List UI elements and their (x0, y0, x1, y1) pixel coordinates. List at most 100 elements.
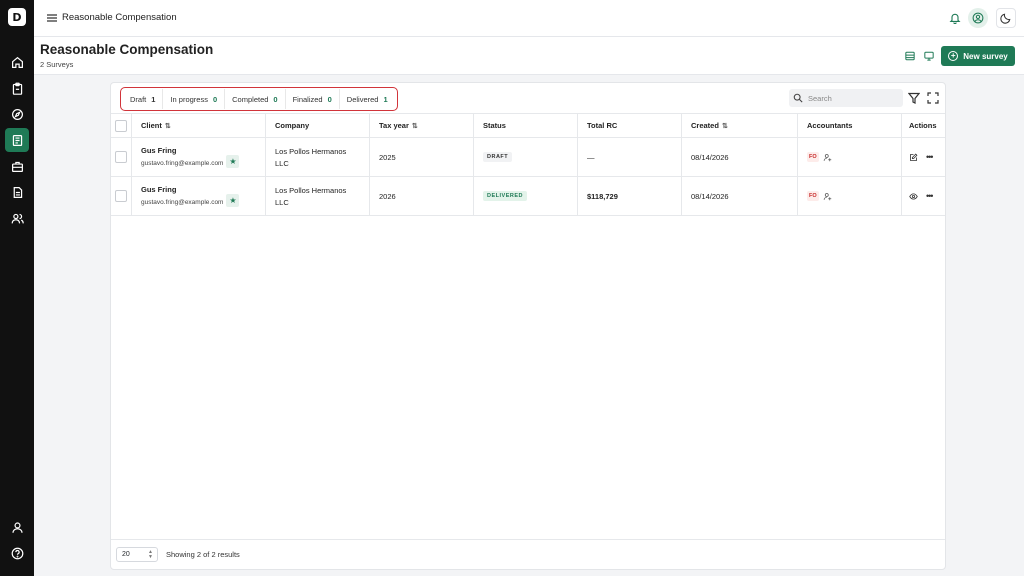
sidebar-item-briefcase[interactable] (5, 154, 29, 178)
tab-completed[interactable]: Completed 0 (225, 89, 286, 109)
sort-icon: ⇅ (164, 122, 171, 130)
notifications-button[interactable] (945, 8, 965, 28)
home-icon (11, 56, 23, 68)
sidebar-item-surveys[interactable] (5, 128, 29, 152)
accountants-cell: FO (798, 138, 902, 176)
sidebar: D (0, 0, 34, 576)
user-circle-icon (972, 12, 984, 24)
status-badge: DRAFT (483, 152, 513, 162)
star-icon[interactable]: ★ (226, 155, 240, 168)
presentation-view-button[interactable] (922, 49, 936, 63)
monitor-icon (924, 51, 934, 61)
client-cell: Gus Fring gustavo.fring@example.com ★ (132, 138, 266, 176)
status-cell: DRAFT (474, 138, 578, 176)
column-header-status: Status (474, 114, 578, 137)
sort-icon: ⇅ (721, 122, 728, 130)
page-header: Reasonable Compensation 2 Surveys + New … (34, 37, 1024, 75)
account-button[interactable] (968, 8, 988, 28)
row-checkbox[interactable] (115, 151, 127, 163)
more-icon[interactable]: ••• (926, 152, 934, 162)
accountant-avatar[interactable]: FO (807, 152, 819, 162)
search-icon (793, 93, 803, 103)
search-box[interactable] (789, 89, 903, 107)
actions-cell: ••• (902, 138, 945, 176)
new-survey-button[interactable]: + New survey (941, 46, 1015, 66)
compass-icon (11, 108, 23, 120)
document-icon (13, 186, 22, 198)
status-tabs: Draft 1 In progress 0 Completed 0 Finalized… (120, 87, 398, 111)
client-email: gustavo.fring@example.com (141, 198, 224, 206)
table-header-row: Client ⇅ Company Tax year ⇅ Status Total R… (111, 113, 945, 138)
status-cell: DELIVERED (474, 177, 578, 215)
sidebar-item-home[interactable] (5, 50, 29, 74)
clipboard-icon (12, 82, 22, 95)
sidebar-item-compass[interactable] (5, 102, 29, 126)
surveys-card: Draft 1 In progress 0 Completed 0 Finalized… (110, 82, 946, 570)
theme-toggle-button[interactable] (996, 8, 1016, 28)
more-icon[interactable]: ••• (926, 191, 934, 201)
moon-icon (1000, 13, 1011, 24)
briefcase-icon (11, 161, 23, 172)
accountants-cell: FO (798, 177, 902, 215)
client-name: Gus Fring (141, 146, 177, 155)
search-input[interactable] (808, 93, 898, 103)
company-cell: Los Pollos Hermanos LLC (266, 138, 370, 176)
sidebar-item-clipboard[interactable] (5, 76, 29, 100)
page-title: Reasonable Compensation (40, 42, 214, 57)
tax-year-cell: 2026 (370, 177, 474, 215)
tax-year-cell: 2025 (370, 138, 474, 176)
plus-circle-icon: + (948, 51, 959, 61)
tab-delivered[interactable]: Delivered 1 (340, 89, 395, 109)
fullscreen-button[interactable] (927, 91, 939, 104)
tab-in-progress[interactable]: In progress 0 (163, 89, 226, 109)
row-select-cell (111, 138, 132, 176)
company-name: Los Pollos Hermanos (275, 146, 347, 156)
sidebar-item-users[interactable] (5, 206, 29, 230)
created-cell: 08/14/2026 (682, 177, 798, 215)
users-icon (11, 213, 24, 223)
app-logo[interactable]: D (8, 8, 26, 26)
sort-icon: ⇅ (411, 122, 418, 130)
company-name: Los Pollos Hermanos (275, 185, 347, 195)
page-subtitle: 2 Surveys (40, 60, 74, 69)
column-header-created[interactable]: Created ⇅ (682, 114, 798, 137)
column-header-company: Company (266, 114, 370, 137)
created-cell: 08/14/2026 (682, 138, 798, 176)
table-row[interactable]: Gus Fring gustavo.fring@example.com ★ Los… (111, 177, 945, 216)
company-cell: Los Pollos Hermanos LLC (266, 177, 370, 215)
client-email: gustavo.fring@example.com (141, 159, 224, 167)
table-view-button[interactable] (903, 49, 917, 63)
user-icon (11, 521, 23, 533)
row-checkbox[interactable] (115, 190, 127, 202)
tab-finalized[interactable]: Finalized 0 (286, 89, 340, 109)
tab-draft[interactable]: Draft 1 (123, 89, 164, 109)
select-all-cell (111, 114, 132, 137)
table-row[interactable]: Gus Fring gustavo.fring@example.com ★ Los… (111, 138, 945, 177)
accountant-avatar[interactable]: FO (807, 191, 819, 201)
sidebar-item-help[interactable] (5, 541, 29, 565)
column-header-tax-year[interactable]: Tax year ⇅ (370, 114, 474, 137)
filter-button[interactable] (907, 91, 921, 104)
column-header-accountants: Accountants (798, 114, 902, 137)
results-summary: Showing 2 of 2 results (166, 550, 240, 559)
edit-icon[interactable] (909, 153, 918, 162)
fullscreen-icon (927, 92, 939, 104)
assign-user-icon[interactable] (823, 192, 832, 201)
page-size-select[interactable]: 20 ▲ ▼ (116, 547, 158, 562)
company-suffix: LLC (275, 158, 289, 168)
sidebar-item-profile[interactable] (5, 515, 29, 539)
updown-chevron-icon: ▲ ▼ (148, 549, 153, 560)
menu-icon[interactable] (46, 12, 58, 24)
top-bar: Reasonable Compensation (34, 0, 1024, 37)
survey-icon (12, 134, 22, 146)
select-all-checkbox[interactable] (115, 119, 127, 132)
app-title: Reasonable Compensation (62, 12, 177, 23)
sidebar-item-documents[interactable] (5, 180, 29, 204)
star-icon[interactable]: ★ (226, 194, 240, 207)
client-cell: Gus Fring gustavo.fring@example.com ★ (132, 177, 266, 215)
eye-icon[interactable] (909, 192, 918, 201)
column-header-actions: Actions (909, 121, 937, 130)
assign-user-icon[interactable] (823, 153, 832, 162)
column-header-client[interactable]: Client ⇅ (132, 114, 266, 137)
bell-icon (949, 13, 961, 24)
